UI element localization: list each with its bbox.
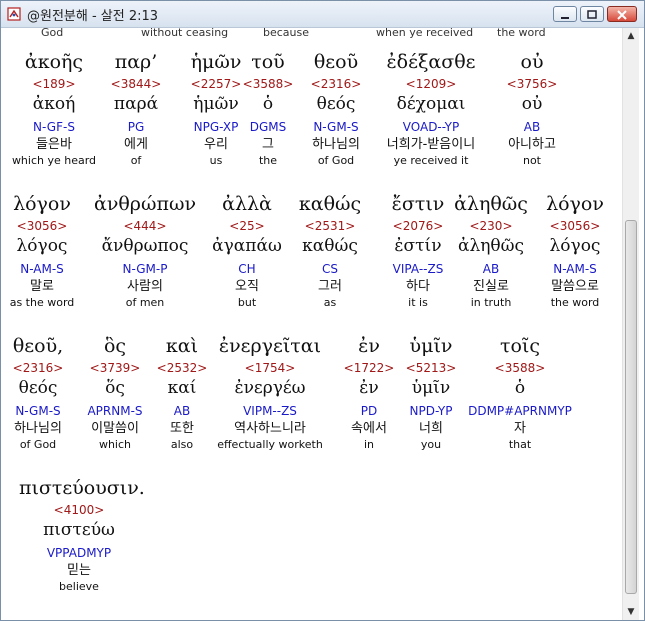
maximize-button[interactable] [580, 6, 604, 22]
parsing-code: AB [523, 120, 541, 134]
korean-gloss: 아니하고 [508, 137, 556, 152]
strong-number: <4100> [53, 503, 105, 517]
korean-gloss: 믿는 [67, 563, 91, 578]
window-title: @원전분해 - 살전 2:13 [27, 9, 159, 24]
cut-off-english-word: because [263, 28, 310, 39]
english-gloss: the word [550, 296, 600, 309]
title-bar[interactable]: @원전분해 - 살전 2:13 [1, 1, 644, 28]
interlinear-text-panel[interactable]: God without ceasing because when ye receive… [2, 28, 622, 620]
app-window: @원전분해 - 살전 2:13 God without ceasing becaus… [0, 0, 645, 621]
cut-off-english-word: the word [497, 28, 546, 39]
greek-word: πιστεύουσιν. [19, 477, 145, 499]
scroll-up-arrow-icon[interactable]: ▲ [623, 28, 639, 44]
lemma-form: ὁ [514, 378, 526, 398]
close-button[interactable] [607, 6, 637, 22]
interlinear-word[interactable]: πιστεύουσιν. <4100> πιστεύω VPPADMYP 믿는 belie… [19, 476, 145, 594]
parsing-code: VPPADMYP [46, 546, 112, 560]
strong-number: <3756> [506, 77, 558, 91]
minimize-icon [561, 17, 569, 19]
interlinear-word[interactable]: λόγον <3056> λόγος N-AM-S 말씀으로 the word [515, 192, 622, 310]
greek-word: οὐ [520, 51, 544, 73]
strong-number: <3588> [494, 361, 546, 375]
greek-word: λόγον [546, 193, 604, 215]
strong-number: <3056> [549, 219, 601, 233]
scroll-down-arrow-icon[interactable]: ▼ [623, 604, 639, 620]
cut-off-english-word: when ye received [376, 28, 474, 39]
parsing-code: N-AM-S [553, 262, 597, 276]
close-icon [617, 10, 627, 20]
scroll-thumb[interactable] [625, 220, 637, 594]
korean-gloss: 말씀으로 [551, 279, 599, 294]
cut-off-english-word: God [41, 28, 64, 39]
lemma-form: λόγος [549, 236, 601, 256]
english-gloss: that [508, 438, 532, 451]
interlinear-word[interactable]: οὐ <3756> οὐ AB 아니하고 not [472, 50, 592, 168]
vertical-scrollbar[interactable]: ▲ ▼ [622, 28, 639, 620]
lemma-form: οὐ [521, 94, 543, 114]
maximize-icon [587, 10, 597, 19]
greek-word: τοῖς [499, 335, 541, 357]
interlinear-word[interactable]: τοῖς <3588> ὁ DDMP#APRNMYP 자 that [460, 334, 580, 452]
korean-gloss: 자 [514, 421, 526, 436]
lemma-form: πιστεύω [43, 520, 115, 540]
parsing-code: DDMP#APRNMYP [468, 404, 572, 418]
minimize-button[interactable] [553, 6, 577, 22]
english-gloss: not [522, 154, 541, 167]
cut-off-english-word: without ceasing [141, 28, 229, 39]
bible-book-icon [7, 7, 21, 21]
english-gloss: believe [59, 580, 99, 593]
